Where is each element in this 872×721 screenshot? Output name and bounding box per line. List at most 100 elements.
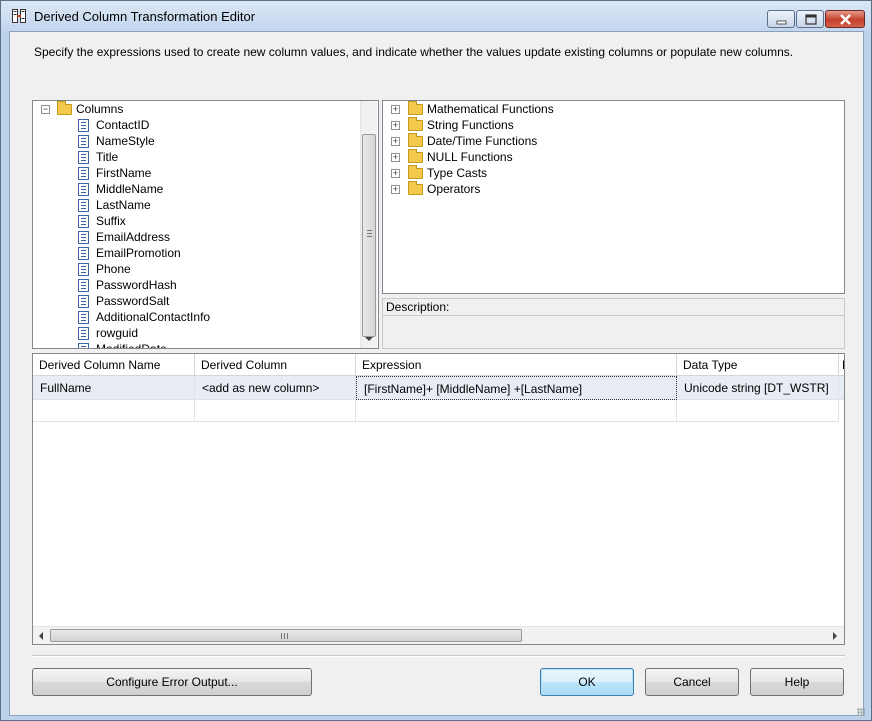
derived-columns-grid[interactable]: Derived Column Name Derived Column Expre… <box>32 353 845 645</box>
instructions-band: Specify the expressions used to create n… <box>10 32 863 90</box>
grid-header: Derived Column Name Derived Column Expre… <box>33 354 844 376</box>
scroll-thumb[interactable] <box>362 134 376 337</box>
column-header-derived-column[interactable]: Derived Column <box>195 354 356 376</box>
tree-item-function-category[interactable]: + Mathematical Functions <box>383 101 843 117</box>
folder-icon <box>408 101 423 115</box>
column-icon <box>78 263 89 276</box>
tree-item-label: Type Casts <box>427 166 488 180</box>
folder-icon <box>408 133 423 147</box>
client-area: Specify the expressions used to create n… <box>9 31 865 716</box>
tree-item-column[interactable]: rowguid <box>33 325 359 341</box>
expand-icon[interactable]: + <box>391 105 400 114</box>
tree-item-column[interactable]: EmailAddress <box>33 229 359 245</box>
tree-item-label: ModifiedDate <box>96 342 167 349</box>
close-icon <box>840 14 851 25</box>
column-header-data-type[interactable]: Data Type <box>677 354 839 376</box>
cell-empty[interactable] <box>356 400 677 422</box>
tree-item-column[interactable]: Title <box>33 149 359 165</box>
cell-derived-column-name[interactable]: FullName <box>33 376 195 400</box>
tree-item-label: Operators <box>427 182 481 196</box>
tree-item-column[interactable]: ModifiedDate <box>33 341 359 349</box>
description-panel: Description: <box>382 298 845 349</box>
tree-item-column[interactable]: AdditionalContactInfo <box>33 309 359 325</box>
folder-icon <box>408 149 423 163</box>
configure-error-output-button[interactable]: Configure Error Output... <box>32 668 312 696</box>
tree-item-column[interactable]: PasswordSalt <box>33 293 359 309</box>
column-icon <box>78 183 89 196</box>
close-button[interactable] <box>825 10 865 28</box>
cell-empty[interactable] <box>33 400 195 422</box>
tree-item-column[interactable]: FirstName <box>33 165 359 181</box>
derived-column-icon <box>12 9 26 23</box>
tree-item-label: Columns <box>76 102 124 116</box>
tree-item-label: Title <box>96 150 119 164</box>
table-row-empty[interactable] <box>33 400 844 424</box>
grid-horizontal-scrollbar[interactable] <box>33 626 844 644</box>
window-title: Derived Column Transformation Editor <box>34 9 256 24</box>
tree-item-label: Suffix <box>96 214 126 228</box>
help-button[interactable]: Help <box>750 668 844 696</box>
tree-item-function-category[interactable]: + Operators <box>383 181 843 197</box>
maximize-button[interactable] <box>796 10 824 28</box>
grip-icon <box>281 633 289 639</box>
tree-item-label: ContactID <box>96 118 150 132</box>
scroll-down-icon[interactable] <box>365 337 373 341</box>
expand-icon[interactable]: + <box>391 121 400 130</box>
cell-expression[interactable]: [FirstName]+ [MiddleName] +[LastName] <box>356 376 677 400</box>
scroll-thumb[interactable] <box>50 629 522 642</box>
collapse-icon[interactable]: − <box>41 105 50 114</box>
tree-item-function-category[interactable]: + Date/Time Functions <box>383 133 843 149</box>
column-header-expression[interactable]: Expression <box>356 354 677 376</box>
tree-item-column[interactable]: Phone <box>33 261 359 277</box>
tree-item-function-category[interactable]: + NULL Functions <box>383 149 843 165</box>
cancel-button[interactable]: Cancel <box>645 668 739 696</box>
column-header-derived-column-name[interactable]: Derived Column Name <box>33 354 195 376</box>
tree-item-label: EmailPromotion <box>96 246 181 260</box>
instructions-text: Specify the expressions used to create n… <box>34 45 794 59</box>
column-icon <box>78 279 89 292</box>
folder-icon <box>408 165 423 179</box>
tree-item-column[interactable]: MiddleName <box>33 181 359 197</box>
ok-button[interactable]: OK <box>540 668 634 696</box>
tree-item-columns-root[interactable]: − Columns <box>33 101 359 117</box>
tree-item-column[interactable]: ContactID <box>33 117 359 133</box>
tree-item-function-category[interactable]: + String Functions <box>383 117 843 133</box>
folder-icon <box>408 181 423 195</box>
columns-tree-scrollbar[interactable] <box>360 101 377 348</box>
expand-icon[interactable]: + <box>391 169 400 178</box>
title-bar[interactable]: Derived Column Transformation Editor <box>1 1 871 31</box>
column-icon <box>78 135 89 148</box>
cell-empty[interactable] <box>195 400 356 422</box>
column-header-length[interactable]: L <box>839 354 844 376</box>
tree-item-column[interactable]: EmailPromotion <box>33 245 359 261</box>
column-icon <box>78 343 89 348</box>
functions-tree[interactable]: + Mathematical Functions + String Functions… <box>382 100 845 294</box>
scroll-left-icon[interactable] <box>39 632 43 640</box>
tree-item-function-category[interactable]: + Type Casts <box>383 165 843 181</box>
tree-item-column[interactable]: LastName <box>33 197 359 213</box>
column-icon <box>78 167 89 180</box>
tree-item-column[interactable]: PasswordHash <box>33 277 359 293</box>
cell-data-type[interactable]: Unicode string [DT_WSTR] <box>677 376 839 400</box>
expand-icon[interactable]: + <box>391 185 400 194</box>
column-icon <box>78 119 89 132</box>
cell-empty[interactable] <box>677 400 839 422</box>
tree-item-label: Date/Time Functions <box>427 134 538 148</box>
tree-item-label: NameStyle <box>96 134 155 148</box>
table-row[interactable]: FullName <add as new column> [FirstName]… <box>33 376 844 400</box>
tree-item-label: Mathematical Functions <box>427 102 554 116</box>
cell-length[interactable] <box>839 376 844 400</box>
resize-grip-icon[interactable] <box>857 708 865 716</box>
tree-item-column[interactable]: Suffix <box>33 213 359 229</box>
cell-derived-column[interactable]: <add as new column> <box>195 376 356 400</box>
column-icon <box>78 199 89 212</box>
minimize-button[interactable] <box>767 10 795 28</box>
expand-icon[interactable]: + <box>391 153 400 162</box>
tree-item-label: PasswordSalt <box>96 294 170 308</box>
tree-item-column[interactable]: NameStyle <box>33 133 359 149</box>
expand-icon[interactable]: + <box>391 137 400 146</box>
scroll-right-icon[interactable] <box>833 632 837 640</box>
columns-tree[interactable]: − Columns ContactID NameStyle Title FirstNa… <box>32 100 379 349</box>
column-icon <box>78 311 89 324</box>
divider <box>32 655 845 657</box>
